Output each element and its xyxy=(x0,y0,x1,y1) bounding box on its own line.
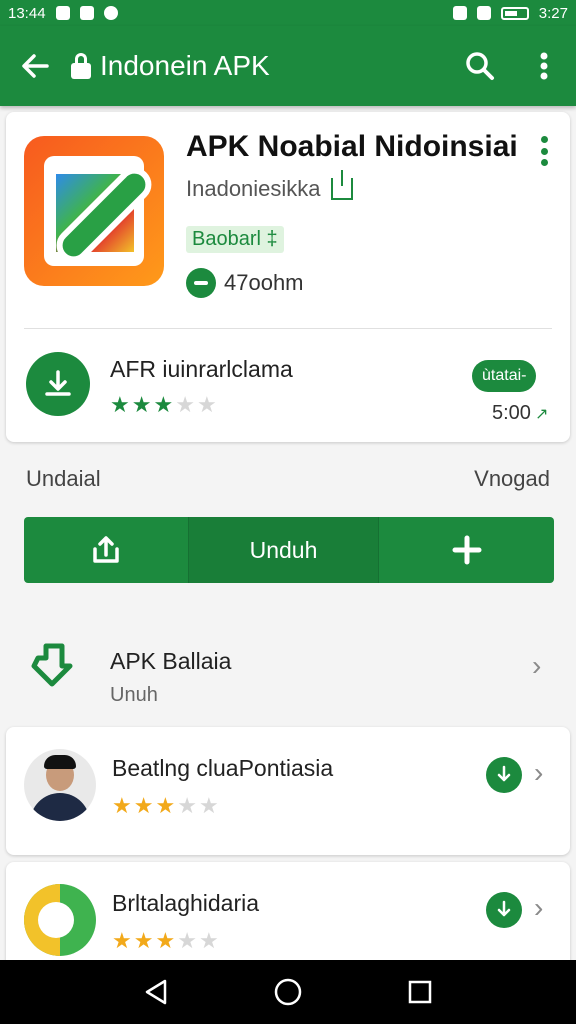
unduh-button[interactable]: Unduh xyxy=(188,517,378,583)
related-app-title: AFR iuinrarlclama xyxy=(110,356,293,382)
star-icon: ★ xyxy=(198,793,219,818)
star-icon: ★ xyxy=(112,928,132,953)
download-icon xyxy=(497,900,511,917)
star-icon: ★ xyxy=(175,392,195,417)
rating-stars: ★ ★ ★ ★ ★ xyxy=(112,930,219,952)
star-icon: ★ xyxy=(155,928,176,953)
battery-icon xyxy=(500,6,529,20)
section-label-left: Undaial xyxy=(26,466,101,491)
size-icon xyxy=(186,268,216,298)
signal-icon xyxy=(476,6,491,20)
star-icon: ★ xyxy=(133,793,154,818)
list-item-subtitle: Unuh xyxy=(110,684,158,706)
rating-stars: ★ ★ ★ ★ ★ xyxy=(110,394,217,416)
share-button[interactable] xyxy=(24,517,188,583)
divider xyxy=(24,328,552,329)
size-row: 47oohm xyxy=(186,268,304,298)
page-title-text: Indonein APK xyxy=(100,50,270,81)
app-size: 47oohm xyxy=(224,270,304,295)
star-icon: ★ xyxy=(153,392,174,417)
nav-home-button[interactable] xyxy=(268,972,308,1012)
triangle-back-icon xyxy=(145,979,167,1005)
download-button[interactable] xyxy=(26,352,90,416)
avatar xyxy=(24,749,96,821)
section-label-right: Vnogad xyxy=(474,466,550,491)
square-recents-icon xyxy=(408,980,432,1004)
star-icon: ★ xyxy=(177,928,197,953)
more-vertical-icon xyxy=(540,52,548,80)
rating-value: 5:00 ↗ xyxy=(492,402,548,425)
app-bar: Indonein APK xyxy=(0,26,576,106)
developer-row: Inadoniesikka xyxy=(186,170,353,202)
star-icon: ★ xyxy=(196,392,217,417)
app-icon xyxy=(24,136,164,286)
list-item[interactable]: APK Ballaia Unuh › xyxy=(0,620,576,720)
install-pill-button[interactable]: ùtatai- xyxy=(472,360,537,392)
star-icon: ★ xyxy=(131,392,152,417)
developer-name: Inadoniesikka xyxy=(186,176,321,201)
circle-home-icon xyxy=(274,978,302,1006)
category-badge: Baobarl ‡ xyxy=(186,226,284,253)
download-button[interactable] xyxy=(486,757,522,793)
list-item-title: Brltalaghidaria xyxy=(112,890,260,916)
share-icon[interactable] xyxy=(330,170,353,200)
download-icon xyxy=(497,765,511,782)
arrow-left-icon xyxy=(22,54,49,78)
chevron-right-icon: › xyxy=(534,757,544,788)
action-bar: Unduh xyxy=(24,517,554,583)
more-options-button[interactable] xyxy=(512,26,576,106)
share-icon xyxy=(93,536,119,563)
chevron-right-icon: › xyxy=(534,892,544,923)
star-icon: ★ xyxy=(198,928,219,953)
status-time: 13:44 xyxy=(8,4,46,22)
notification-icon xyxy=(79,6,94,20)
download-outline-icon xyxy=(24,636,80,692)
list-item[interactable]: Beatlng cluaPontiasia ★ ★ ★ ★ ★ › xyxy=(6,727,570,855)
back-button[interactable] xyxy=(0,26,70,106)
star-icon: ★ xyxy=(177,793,197,818)
add-button[interactable] xyxy=(378,517,554,583)
download-icon xyxy=(45,370,71,396)
nav-back-button[interactable] xyxy=(136,972,176,1012)
wifi-icon xyxy=(452,6,467,20)
status-time-right: 3:27 xyxy=(538,4,568,22)
plus-icon xyxy=(452,535,481,565)
star-icon: ★ xyxy=(112,793,132,818)
search-button[interactable] xyxy=(448,26,512,106)
status-bar: 13:44 3:27 xyxy=(0,0,576,26)
avatar xyxy=(24,884,96,956)
system-nav-bar xyxy=(0,960,576,1024)
nav-recents-button[interactable] xyxy=(400,972,440,1012)
list-item-title: Beatlng cluaPontiasia xyxy=(112,755,334,781)
page-title: Indonein APK xyxy=(70,50,270,82)
trend-icon: ↗ xyxy=(534,405,549,423)
star-icon: ★ xyxy=(133,928,154,953)
lock-icon xyxy=(70,53,92,79)
app-menu-button[interactable] xyxy=(536,136,552,166)
rating-stars: ★ ★ ★ ★ ★ xyxy=(112,795,219,817)
notification-icon xyxy=(55,6,70,20)
app-name: APK Noabial Nidoinsiai xyxy=(186,130,518,163)
search-icon xyxy=(466,52,494,80)
notification-icon xyxy=(103,6,118,20)
app-detail-card: APK Noabial Nidoinsiai Inadoniesikka Bao… xyxy=(6,112,570,442)
chevron-right-icon: › xyxy=(532,650,542,681)
list-item-title: APK Ballaia xyxy=(110,648,232,674)
star-icon: ★ xyxy=(155,793,176,818)
star-icon: ★ xyxy=(110,392,130,417)
download-button[interactable] xyxy=(486,892,522,928)
rating-number: 5:00 xyxy=(492,402,531,424)
